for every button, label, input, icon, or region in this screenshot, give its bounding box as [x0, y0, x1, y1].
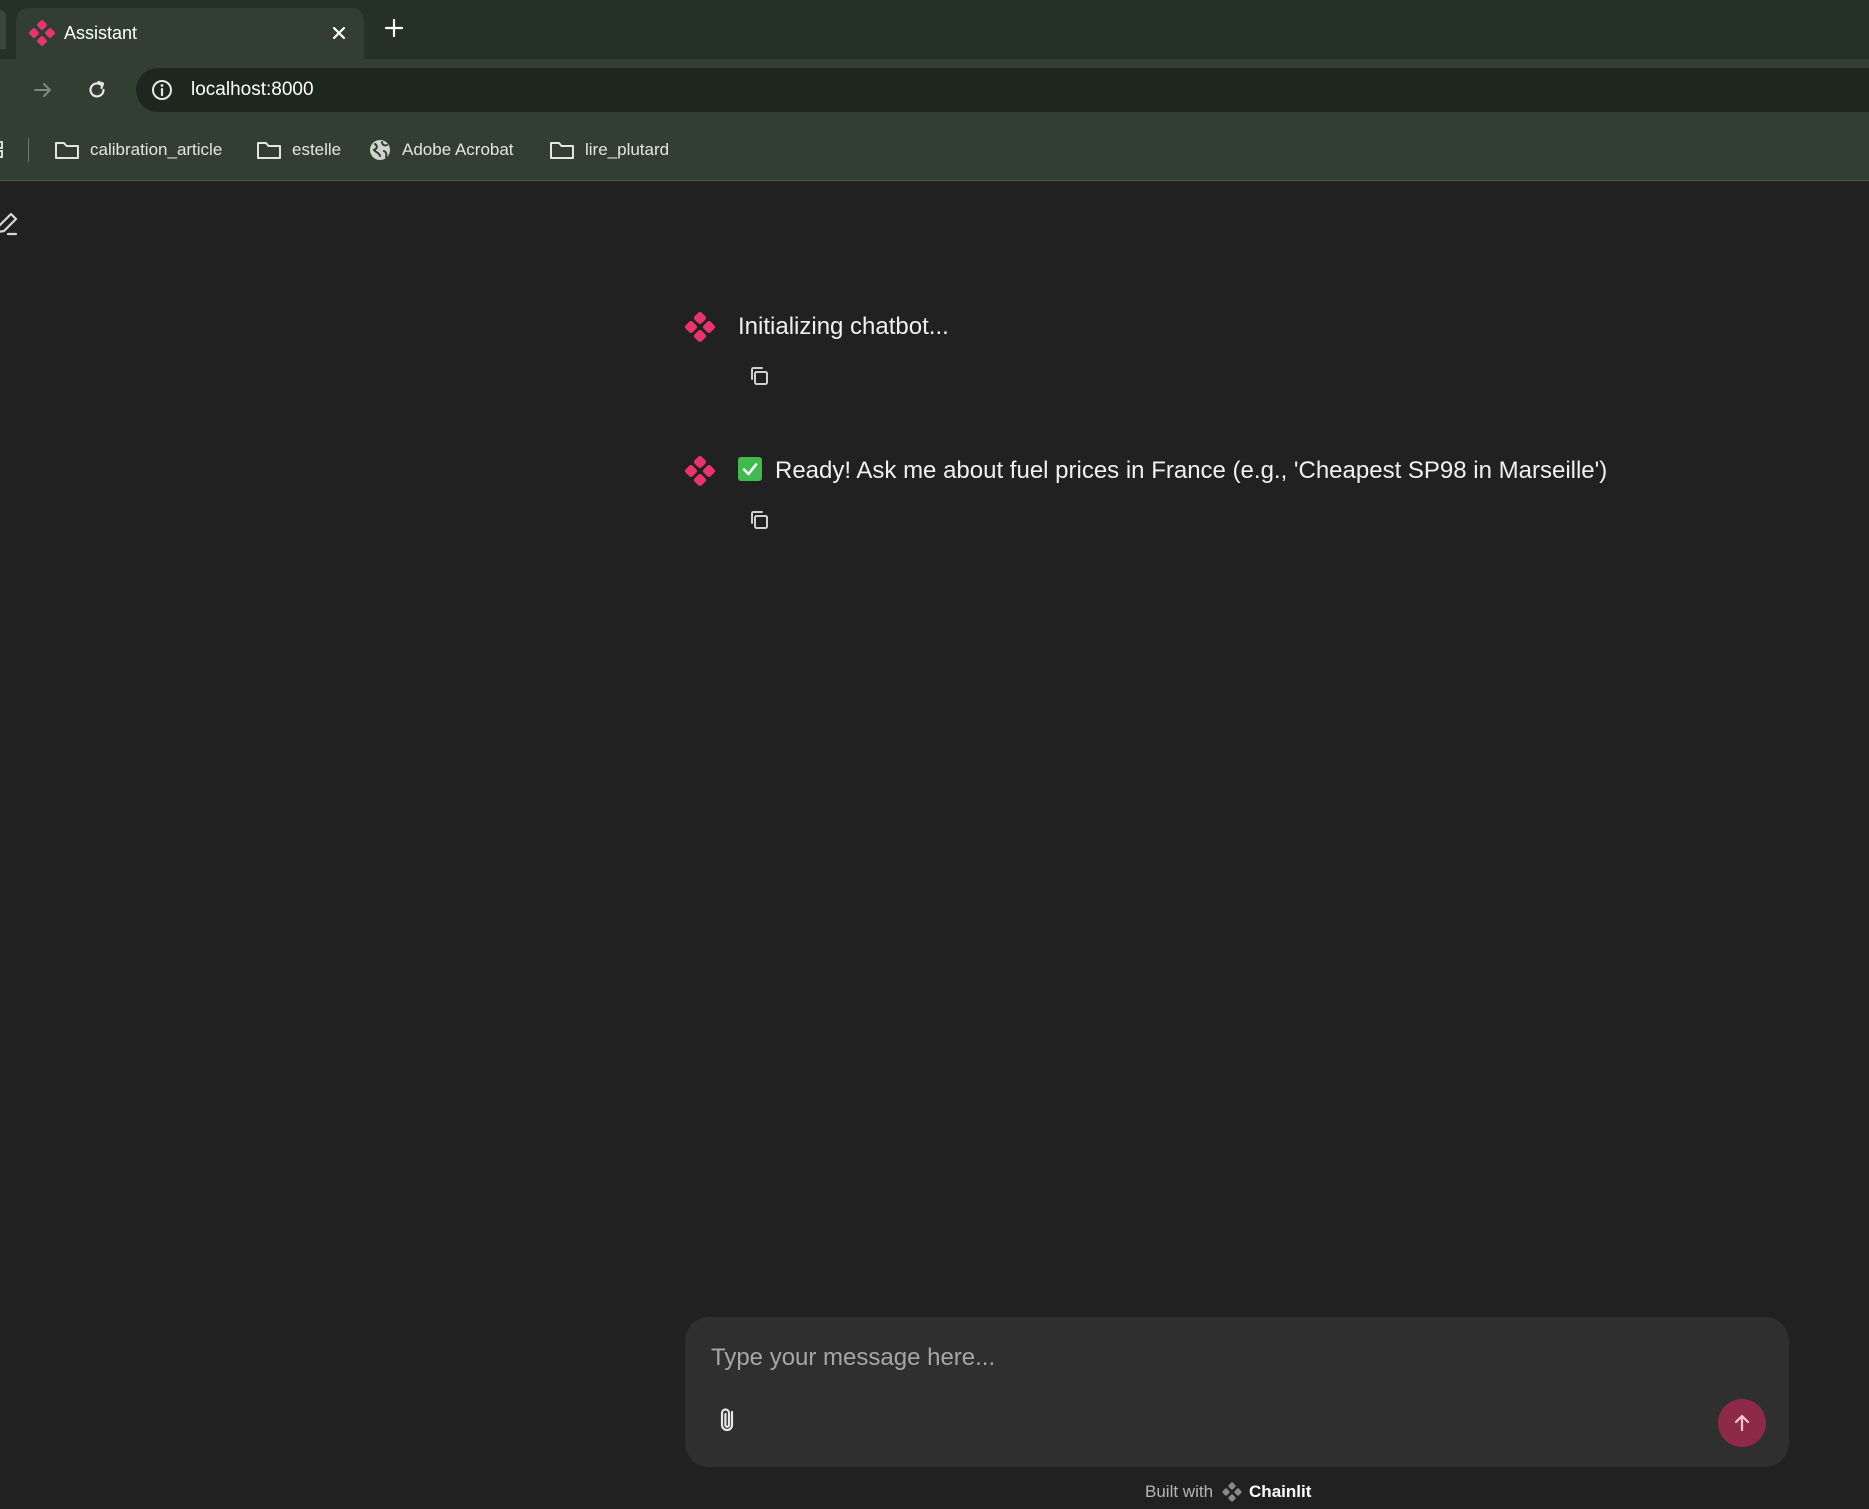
bookmark-calibration-article[interactable]: calibration_article — [54, 134, 222, 166]
tab-assistant[interactable]: Assistant — [16, 8, 364, 62]
copy-message-button[interactable] — [743, 360, 775, 392]
folder-icon — [55, 142, 79, 159]
chainlit-logo-icon — [684, 455, 716, 487]
chainlit-logo-icon — [29, 20, 55, 46]
info-icon — [152, 80, 172, 100]
message-text-row: Ready! Ask me about fuel prices in Franc… — [738, 454, 1607, 488]
bookmarks-separator — [28, 138, 29, 162]
message-text: Initializing chatbot... — [738, 313, 949, 340]
copy-icon — [751, 367, 768, 385]
copy-icon — [751, 511, 768, 529]
apps-grid-icon[interactable] — [0, 140, 8, 160]
footer-brand: Chainlit — [1249, 1482, 1312, 1501]
bookmark-label: Adobe Acrobat — [402, 140, 514, 159]
bookmarks-bar: calibration_article estelle Adobe Acroba… — [0, 120, 1869, 181]
attach-file-button[interactable] — [712, 1403, 746, 1437]
address-url: localhost:8000 — [191, 79, 314, 100]
footer-prefix: Built with — [1145, 1482, 1214, 1501]
browser-tabstrip: Assistant — [0, 0, 1869, 62]
reload-icon — [89, 80, 105, 98]
message-composer — [685, 1317, 1789, 1467]
chainlit-logo-icon — [684, 311, 716, 343]
globe-icon — [370, 140, 390, 160]
paperclip-icon — [720, 1408, 734, 1432]
plus-icon — [384, 18, 404, 38]
new-chat-edit-icon[interactable] — [0, 210, 20, 236]
reload-button[interactable] — [80, 73, 114, 107]
close-tab-button[interactable] — [324, 18, 354, 48]
bookmark-adobe-acrobat[interactable]: Adobe Acrobat — [368, 134, 514, 166]
arrow-up-icon — [1734, 1414, 1750, 1432]
folder-icon — [550, 142, 574, 159]
bookmark-label: estelle — [292, 140, 342, 159]
tab-title: Assistant — [64, 23, 138, 43]
bookmark-label: lire_plutard — [585, 140, 670, 159]
browser-toolbar: localhost:8000 — [0, 59, 1869, 120]
forward-button[interactable] — [26, 73, 60, 107]
check-mark-button-icon — [738, 457, 762, 481]
message-input[interactable] — [709, 1337, 1763, 1379]
address-bar[interactable]: localhost:8000 — [136, 68, 1869, 112]
bookmark-label: calibration_article — [90, 140, 223, 159]
previous-tab-edge[interactable] — [0, 10, 6, 49]
bookmark-estelle[interactable]: estelle — [256, 134, 341, 166]
new-tab-button[interactable] — [378, 12, 410, 44]
copy-message-button[interactable] — [743, 504, 775, 536]
bookmark-lire-plutard[interactable]: lire_plutard — [549, 134, 669, 166]
message-text: Ready! Ask me about fuel prices in Franc… — [775, 457, 1608, 484]
built-with-footer[interactable]: Built with Chainlit — [1145, 1479, 1311, 1505]
send-button[interactable] — [1718, 1399, 1766, 1447]
close-icon — [332, 26, 346, 40]
folder-icon — [257, 142, 281, 159]
chainlit-logo-icon — [1222, 1482, 1242, 1502]
site-info-button[interactable] — [148, 76, 176, 104]
arrow-right-icon — [34, 83, 51, 97]
